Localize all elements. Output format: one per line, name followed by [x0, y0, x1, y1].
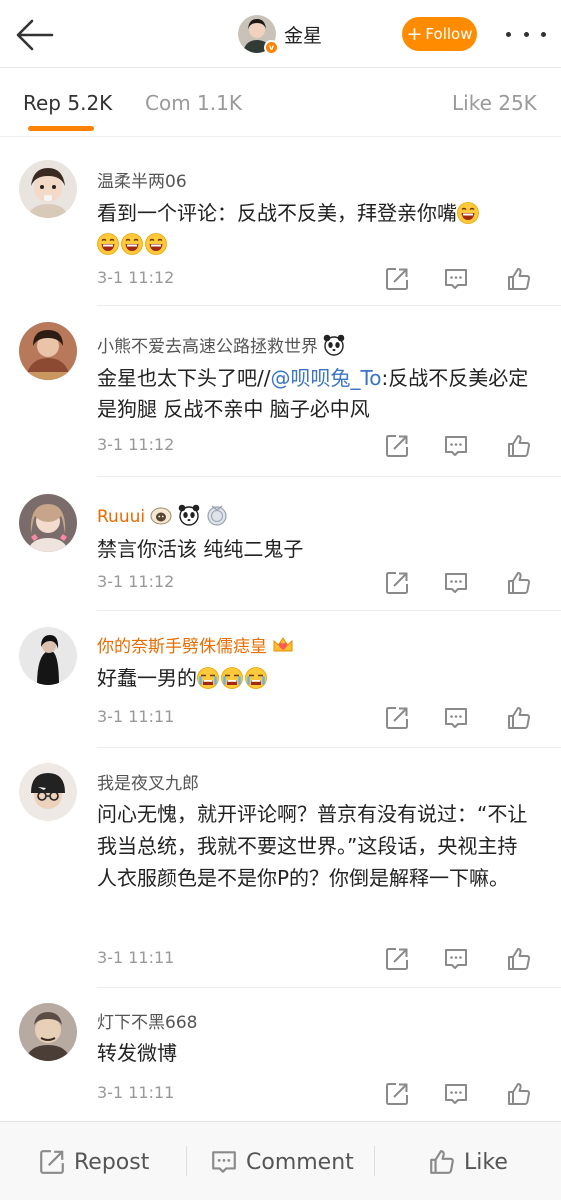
laughing-emoji-icon — [97, 233, 119, 255]
timestamp: 3-1 11:12 — [97, 572, 175, 591]
list-item: 温柔半两06 看到一个评论：反战不反美，拜登亲你嘴 3-1 11:12 — [0, 138, 561, 306]
crying-emoji-icon — [221, 667, 243, 689]
avatar[interactable] — [19, 1003, 77, 1061]
back-arrow-icon[interactable] — [14, 14, 56, 56]
repost-text: 问心无愧，就开评论啊？普京有没有说过：“不让我当总统，我就不要这世界。”这段话，… — [97, 802, 528, 890]
like-button[interactable]: Like — [428, 1146, 508, 1178]
username[interactable]: 小熊不爱去高速公路拯救世界 — [97, 332, 346, 357]
more-dots-icon[interactable] — [506, 24, 546, 44]
tab-likes[interactable]: Like 25K — [452, 91, 537, 115]
item-actions — [384, 266, 534, 292]
item-actions — [384, 946, 534, 972]
comment-icon[interactable] — [443, 705, 469, 731]
active-tab-indicator — [28, 126, 94, 131]
comment-icon[interactable] — [443, 266, 469, 292]
profile-name: 金星 — [284, 24, 323, 47]
follow-label: Follow — [425, 25, 473, 43]
like-icon[interactable] — [506, 433, 532, 459]
username[interactable]: 温柔半两06 — [97, 167, 187, 192]
bottom-toolbar: Repost Comment Like — [0, 1121, 561, 1200]
username[interactable]: 灯下不黑668 — [97, 1008, 197, 1033]
medal-icon — [207, 505, 227, 526]
repost-button[interactable]: Repost — [38, 1146, 149, 1178]
comment-label: Comment — [246, 1149, 354, 1175]
list-item: Ruuui 禁言你活该 纯纯二鬼子 3-1 11:12 — [0, 476, 561, 611]
laughing-emoji-icon — [121, 233, 143, 255]
like-icon[interactable] — [506, 1081, 532, 1107]
sheep-icon — [150, 507, 172, 525]
repost-text: 转发微博 — [97, 1041, 177, 1065]
list-item: 你的奈斯手劈侏儒痣皇 好蠢一男的 3-1 11:11 — [0, 610, 561, 748]
comment-icon[interactable] — [443, 1081, 469, 1107]
item-actions — [384, 570, 534, 596]
timestamp: 3-1 11:11 — [97, 1083, 175, 1102]
repost-icon[interactable] — [384, 266, 410, 292]
follow-button[interactable]: + Follow — [402, 17, 477, 51]
timestamp: 3-1 11:12 — [97, 435, 175, 454]
repost-icon[interactable] — [384, 570, 410, 596]
timestamp: 3-1 11:11 — [97, 707, 175, 726]
repost-label: Repost — [74, 1149, 150, 1175]
like-icon[interactable] — [506, 570, 532, 596]
crown-heart-icon — [273, 637, 293, 652]
crying-emoji-icon — [197, 667, 219, 689]
repost-text: 禁言你活该 纯纯二鬼子 — [97, 537, 304, 561]
tab-bar: Rep 5.2K Com 1.1K Like 25K — [0, 69, 561, 137]
comment-icon — [210, 1148, 238, 1176]
crying-emoji-icon — [245, 667, 267, 689]
repost-list: 温柔半两06 看到一个评论：反战不反美，拜登亲你嘴 3-1 11:12 小熊不爱… — [0, 138, 561, 1121]
username[interactable]: 你的奈斯手劈侏儒痣皇 — [97, 632, 295, 657]
like-icon[interactable] — [506, 946, 532, 972]
list-item: 我是夜叉九郎 问心无愧，就开评论啊？普京有没有说过：“不让我当总统，我就不要这世… — [0, 747, 561, 988]
comment-button[interactable]: Comment — [210, 1146, 354, 1178]
avatar[interactable] — [19, 627, 77, 685]
timestamp: 3-1 11:11 — [97, 948, 175, 967]
like-icon — [428, 1148, 456, 1176]
laughing-emoji-icon — [457, 202, 479, 224]
username[interactable]: 我是夜叉九郎 — [97, 769, 199, 794]
repost-text: 看到一个评论：反战不反美，拜登亲你嘴 — [97, 198, 537, 260]
repost-icon — [38, 1148, 66, 1176]
comment-icon[interactable] — [443, 570, 469, 596]
panda-icon — [178, 504, 200, 526]
verified-badge: v — [264, 40, 279, 55]
like-icon[interactable] — [506, 705, 532, 731]
profile-avatar-wrap: v — [238, 15, 279, 55]
list-item: 灯下不黑668 转发微博 3-1 11:11 — [0, 987, 561, 1121]
comment-icon[interactable] — [443, 946, 469, 972]
like-icon[interactable] — [506, 266, 532, 292]
top-bar: v 金星 + Follow — [0, 0, 561, 68]
mention-link[interactable]: @呗呗兔_To — [270, 366, 381, 390]
timestamp: 3-1 11:12 — [97, 268, 175, 287]
avatar[interactable] — [19, 763, 77, 821]
avatar[interactable] — [19, 160, 77, 218]
plus-icon: + — [406, 22, 423, 45]
username[interactable]: Ruuui — [97, 503, 229, 527]
divider — [374, 1146, 375, 1176]
tab-comments[interactable]: Com 1.1K — [145, 91, 242, 115]
item-actions — [384, 1081, 534, 1107]
repost-text: 金星也太下头了吧//@呗呗兔_To:反战不反美必定是狗腿 反战不亲中 脑子必中风 — [97, 366, 529, 421]
repost-icon[interactable] — [384, 433, 410, 459]
avatar[interactable] — [19, 494, 77, 552]
comment-icon[interactable] — [443, 433, 469, 459]
laughing-emoji-icon — [145, 233, 167, 255]
repost-icon[interactable] — [384, 946, 410, 972]
like-label: Like — [464, 1149, 508, 1175]
avatar[interactable] — [19, 322, 77, 380]
list-item: 小熊不爱去高速公路拯救世界 金星也太下头了吧//@呗呗兔_To:反战不反美必定是… — [0, 305, 561, 477]
repost-text: 好蠢一男的 — [97, 663, 537, 694]
tab-reposts[interactable]: Rep 5.2K — [23, 91, 112, 115]
profile-header[interactable]: v 金星 — [238, 14, 323, 55]
item-actions — [384, 705, 534, 731]
panda-icon — [323, 334, 345, 356]
repost-icon[interactable] — [384, 705, 410, 731]
item-actions — [384, 433, 534, 459]
repost-icon[interactable] — [384, 1081, 410, 1107]
divider — [186, 1146, 187, 1176]
